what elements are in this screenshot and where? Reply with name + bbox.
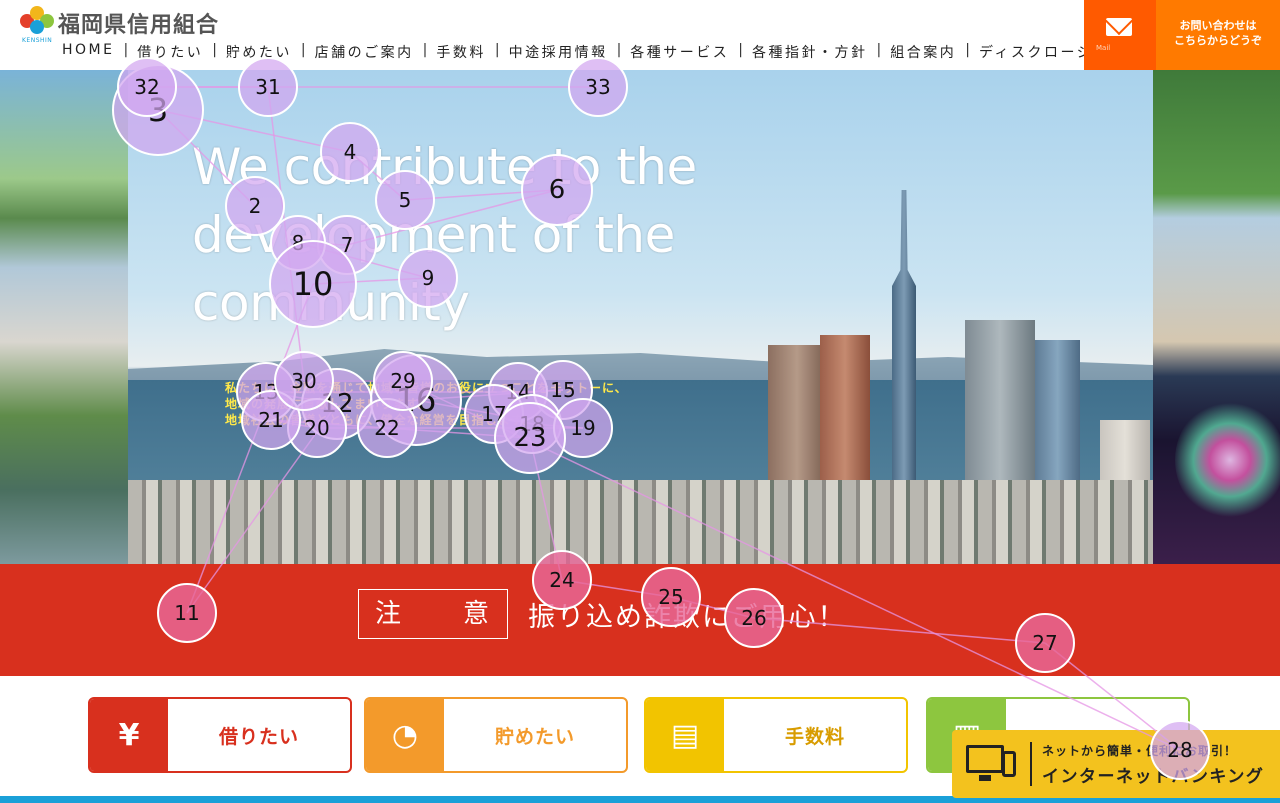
nav-separator: | xyxy=(965,42,970,58)
nav-item-borrow[interactable]: 借りたい xyxy=(137,42,203,62)
hero-subtitle: 私たちは、金融を通じて地域の皆様のお役に立つことをモットーに、 地域の発展に貢献… xyxy=(225,380,665,428)
hero-title-line: community xyxy=(192,274,470,332)
main-nav: HOME | 借りたい | 貯めたい | 店舗のご案内 | 手数料 | 中途採用情報 | 各… xyxy=(62,42,1126,62)
hero-subtitle-line: 地域の発展に貢献してまいります。 xyxy=(225,397,431,411)
clover-logo-icon: KENSHIN xyxy=(20,6,54,44)
netbank-tagline: ネットから簡単・便利にお取引！ xyxy=(1042,743,1238,758)
nav-separator: | xyxy=(422,42,428,58)
internet-banking-button[interactable]: ネットから簡単・便利にお取引！ インターネットバンキング xyxy=(952,730,1280,798)
nav-separator: | xyxy=(616,42,622,58)
house-yen-glyph: ¥ xyxy=(118,717,140,753)
nav-separator: | xyxy=(123,42,129,58)
hero-banner: We contribute to the development of the … xyxy=(0,70,1280,564)
atm-icon: ▤ xyxy=(646,699,724,771)
nav-item-policies[interactable]: 各種指針・方針 xyxy=(752,42,868,62)
hero-title: We contribute to the development of the … xyxy=(192,133,752,337)
contact-button[interactable]: お問い合わせは こちらからどうぞ xyxy=(1156,0,1280,70)
alert-text[interactable]: 振り込め詐欺にご用心！ xyxy=(528,595,846,634)
netbank-text: ネットから簡単・便利にお取引！ インターネットバンキング xyxy=(1042,742,1264,787)
nav-separator: | xyxy=(212,42,217,58)
contact-line1: お問い合わせは xyxy=(1179,19,1257,32)
hero-title-line: We contribute to the xyxy=(192,138,697,196)
hero-side-photo-left xyxy=(0,70,128,564)
hero-subtitle-line: 私たちは、金融を通じて地域の皆様のお役に立つことをモットーに、 xyxy=(225,381,628,395)
piggy-bank-glyph: ◔ xyxy=(391,717,419,753)
nav-item-about[interactable]: 組合案内 xyxy=(890,42,956,62)
netbank-title: インターネットバンキング xyxy=(1042,766,1265,787)
piggy-bank-icon: ◔ xyxy=(366,699,444,771)
nav-item-home[interactable]: HOME xyxy=(62,42,114,62)
nav-item-save[interactable]: 貯めたい xyxy=(226,42,292,62)
building xyxy=(965,320,1035,490)
brand-name: 福岡県信用組合 xyxy=(58,13,220,38)
building xyxy=(820,335,870,495)
atm-glyph: ▤ xyxy=(670,717,700,753)
fees-button[interactable]: ▤ 手数料 xyxy=(644,697,908,773)
nav-item-branches[interactable]: 店舗のご案内 xyxy=(315,42,414,62)
nav-separator: | xyxy=(300,42,306,58)
nav-item-fees[interactable]: 手数料 xyxy=(436,42,486,62)
fireworks-image xyxy=(1175,400,1280,520)
building xyxy=(768,345,826,495)
site-logo[interactable]: KENSHIN 福岡県信用組合 xyxy=(20,6,220,44)
mail-icon xyxy=(1106,18,1132,36)
save-label: 貯めたい xyxy=(494,725,575,748)
divider xyxy=(1030,742,1032,786)
house-yen-icon: ¥ xyxy=(90,699,168,771)
nav-separator: | xyxy=(494,42,500,58)
nav-item-services[interactable]: 各種サービス xyxy=(630,42,729,62)
borrow-label: 借りたい xyxy=(218,725,299,748)
building xyxy=(1035,340,1080,490)
nav-item-careers[interactable]: 中途採用情報 xyxy=(509,42,608,62)
alert-label: 注 意 xyxy=(358,589,508,639)
hero-subtitle-line: 地域社会の皆様とともに、健全な経営を目指します。 xyxy=(225,413,536,427)
logo-subtext: KENSHIN xyxy=(22,37,53,44)
hero-title-line: development of the xyxy=(192,206,675,264)
hero-cityscape xyxy=(128,480,1153,564)
save-button[interactable]: ◔ 貯めたい xyxy=(364,697,628,773)
mail-label: Mail xyxy=(1096,44,1111,52)
pc-phone-icon xyxy=(964,739,1026,789)
mail-button[interactable]: Mail xyxy=(1084,0,1156,70)
borrow-button[interactable]: ¥ 借りたい xyxy=(88,697,352,773)
contact-line2: こちらからどうぞ xyxy=(1174,34,1262,47)
nav-separator: | xyxy=(738,42,744,58)
site-header: KENSHIN 福岡県信用組合 HOME | 借りたい | 貯めたい | 店舗のご案内… xyxy=(0,0,1280,70)
fees-label: 手数料 xyxy=(784,725,845,748)
nav-separator: | xyxy=(876,42,882,58)
